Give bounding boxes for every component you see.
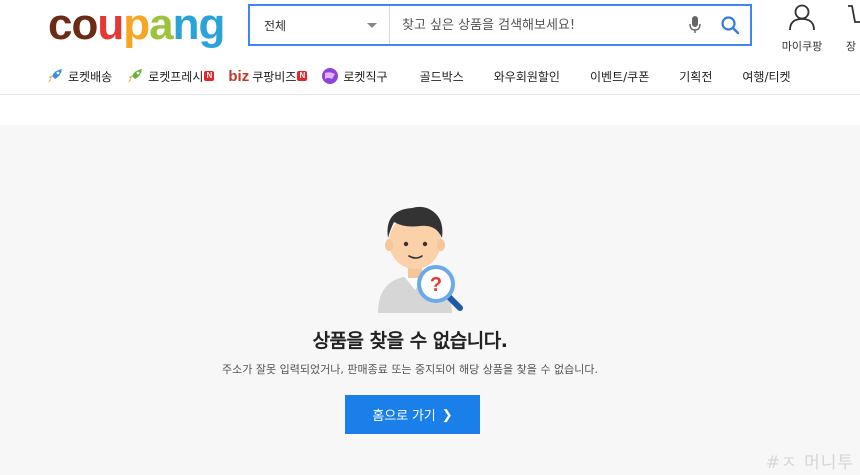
logo-letters: coupang	[48, 0, 226, 49]
category-select-value: 전체	[264, 18, 287, 33]
cart-label: 장	[846, 40, 857, 53]
go-home-label: 홈으로 가기	[372, 408, 436, 423]
svg-text:?: ?	[430, 274, 442, 296]
watermark: #ㅈ 머니투	[765, 453, 854, 473]
mic-icon[interactable]	[680, 6, 710, 44]
logo-letter: o	[71, 0, 98, 49]
nav-item-special[interactable]: 기획전	[679, 68, 712, 85]
logo-letter: p	[123, 0, 150, 49]
logo-letter: c	[48, 0, 73, 49]
category-nav: 로켓배송 로켓프레시 N biz 쿠팡비즈 N 로켓직구 골드박스 와우회원할인…	[46, 64, 821, 88]
new-badge: N	[204, 71, 215, 81]
new-badge: N	[297, 71, 308, 81]
nav-item-rocket-delivery[interactable]: 로켓배송	[46, 67, 112, 85]
not-found-section: ? 상품을 찾을 수 없습니다. 주소가 잘못 입력되었거나, 판매종료 또는 …	[0, 125, 860, 475]
logo-letter: g	[198, 0, 226, 49]
nav-item-biz[interactable]: biz 쿠팡비즈 N	[228, 67, 308, 85]
nav-item-rocket-direct[interactable]: 로켓직구	[321, 67, 388, 85]
nav-label: 기획전	[679, 69, 713, 84]
nav-label: 골드박스	[419, 69, 464, 84]
nav-item-gold-box[interactable]: 골드박스	[420, 68, 464, 85]
chevron-right-icon: ❯	[441, 406, 453, 422]
category-select[interactable]: 전체	[250, 6, 390, 44]
cart-button[interactable]: 장	[846, 2, 860, 54]
header: coupang 전체 마이쿠팡	[0, 0, 860, 95]
nav-label: 로켓프레시	[148, 69, 204, 84]
mypage-button[interactable]: 마이쿠팡	[772, 2, 832, 54]
go-home-button[interactable]: 홈으로 가기 ❯	[345, 395, 480, 434]
nav-item-rocket-fresh[interactable]: 로켓프레시 N	[126, 67, 215, 85]
person-search-illustration: ?	[378, 206, 463, 313]
nav-label: 여행/티켓	[742, 69, 791, 84]
chevron-down-icon	[367, 22, 377, 28]
nav-label: 와우회원할인	[493, 69, 560, 84]
rocket-fresh-icon	[128, 69, 143, 83]
not-found-subtitle: 주소가 잘못 입력되었거나, 판매종료 또는 중지되어 해당 상품을 찾을 수 …	[222, 363, 598, 376]
nav-label: 로켓직구	[343, 69, 388, 84]
search-icon	[721, 16, 740, 35]
nav-item-travel[interactable]: 여행/티켓	[742, 68, 790, 85]
nav-label: 쿠팡비즈	[252, 69, 297, 84]
cart-icon	[848, 5, 860, 23]
search-button[interactable]	[710, 6, 750, 44]
search-bar: 전체	[248, 4, 752, 46]
nav-label: 로켓배송	[68, 69, 113, 84]
not-found-title: 상품을 찾을 수 없습니다.	[312, 330, 508, 352]
nav-item-events[interactable]: 이벤트/쿠폰	[590, 68, 649, 85]
biz-logo: biz	[228, 67, 250, 85]
nav-item-wow-discount[interactable]: 와우회원할인	[494, 68, 560, 85]
mypage-label: 마이쿠팡	[781, 40, 823, 53]
globe-icon	[322, 68, 339, 84]
rocket-icon	[48, 69, 62, 83]
logo-letter: n	[172, 0, 200, 49]
user-icon	[789, 4, 815, 31]
coupang-logo[interactable]: coupang	[48, 0, 226, 49]
nav-label: 이벤트/쿠폰	[589, 69, 650, 84]
search-input[interactable]	[390, 6, 680, 44]
logo-letter: a	[149, 0, 174, 49]
logo-letter: u	[97, 0, 124, 49]
